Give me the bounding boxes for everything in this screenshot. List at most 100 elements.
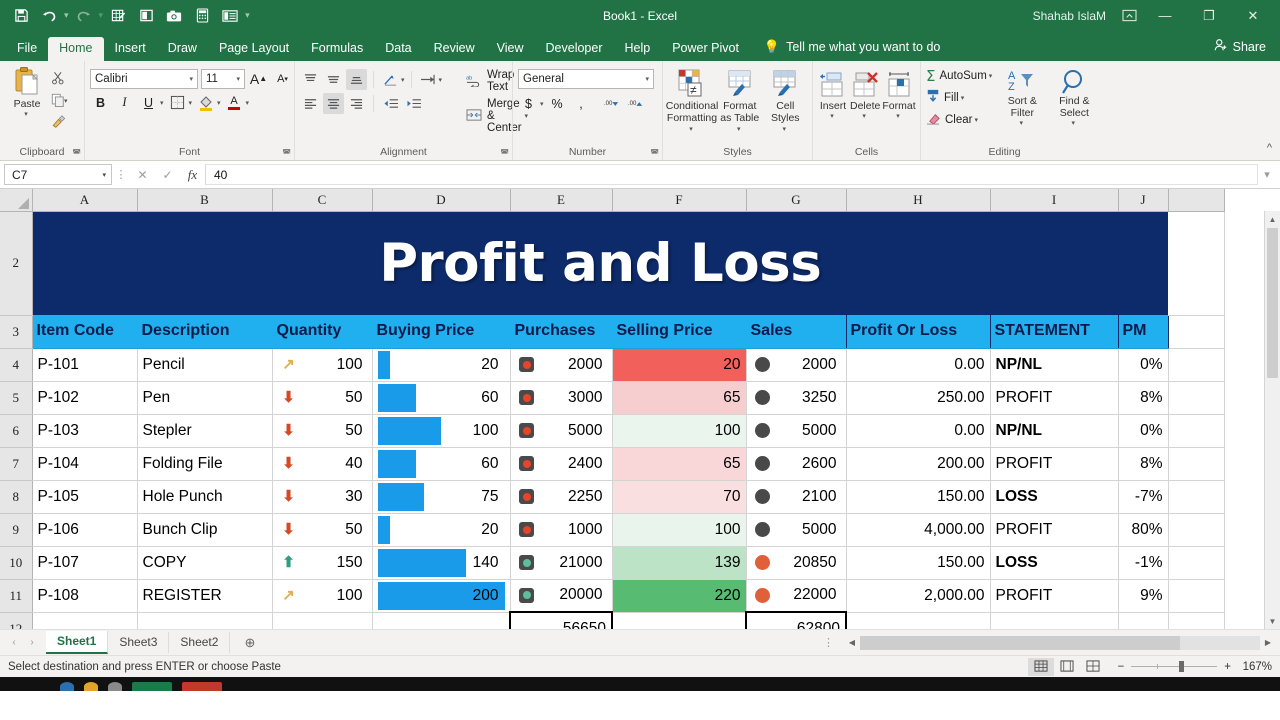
cell-pm[interactable]: 80% bbox=[1118, 513, 1169, 547]
cell-purchases[interactable]: 1000 bbox=[510, 513, 613, 547]
cell-selling-price[interactable]: 100 bbox=[612, 513, 747, 547]
chevron-down-icon[interactable]: ▾ bbox=[234, 75, 242, 83]
tab-formulas[interactable]: Formulas bbox=[300, 37, 374, 62]
cell-selling-price[interactable]: 65 bbox=[612, 447, 747, 481]
autosum-button[interactable]: Σ AutoSum ▾ bbox=[926, 66, 992, 85]
number-format-combo[interactable]: General ▾ bbox=[518, 69, 654, 89]
insert-cells-button[interactable]: Insert ▾ bbox=[818, 68, 848, 120]
cell-item-code[interactable]: P-106 bbox=[32, 513, 138, 547]
cell-buying-price[interactable]: 75 bbox=[372, 480, 511, 514]
cell-description[interactable]: Pen bbox=[137, 381, 273, 415]
zoom-slider-thumb[interactable] bbox=[1179, 661, 1185, 672]
cell-item-code[interactable]: P-108 bbox=[32, 579, 138, 613]
name-box[interactable]: C7 ▾ bbox=[4, 164, 112, 185]
comma-style-button[interactable]: , bbox=[571, 93, 592, 114]
cell-a12[interactable] bbox=[32, 612, 138, 629]
currency-button[interactable]: $ bbox=[518, 93, 539, 114]
close-button[interactable]: ✕ bbox=[1232, 0, 1274, 31]
cell-purchases-total[interactable]: 56650 bbox=[509, 611, 613, 629]
cell-purchases[interactable]: 2250 bbox=[510, 480, 613, 514]
fill-color-dropdown-icon[interactable]: ▾ bbox=[217, 99, 221, 107]
cell-d12[interactable] bbox=[372, 612, 511, 629]
sort-filter-dropdown-icon[interactable]: ▾ bbox=[1020, 120, 1024, 128]
cell-styles-dropdown-icon[interactable]: ▾ bbox=[782, 126, 786, 134]
cell-buying-price[interactable]: 100 bbox=[372, 414, 511, 448]
cell-statement[interactable]: LOSS bbox=[990, 546, 1119, 580]
clear-dropdown-icon[interactable]: ▾ bbox=[974, 116, 978, 124]
save-icon[interactable] bbox=[8, 4, 34, 28]
cell-quantity[interactable]: ⬇ 50 bbox=[272, 513, 373, 547]
cell-buying-price[interactable]: 140 bbox=[372, 546, 511, 580]
cell-b12[interactable] bbox=[137, 612, 273, 629]
header-pm[interactable]: PM bbox=[1118, 315, 1169, 349]
cell-k2[interactable] bbox=[1168, 211, 1225, 316]
cut-button[interactable] bbox=[51, 70, 68, 88]
cell-selling-price[interactable]: 65 bbox=[612, 381, 747, 415]
font-dialog-launcher[interactable]: ◚ bbox=[282, 148, 291, 159]
select-all-corner[interactable] bbox=[0, 189, 33, 212]
cell-statement[interactable]: PROFIT bbox=[990, 447, 1119, 481]
cell-statement[interactable]: LOSS bbox=[990, 480, 1119, 514]
align-middle-button[interactable] bbox=[323, 69, 344, 90]
cell-selling-price[interactable]: 139 bbox=[612, 546, 747, 580]
zoom-level-label[interactable]: 167% bbox=[1238, 661, 1272, 673]
cancel-entry-button[interactable]: ✕ bbox=[130, 164, 155, 185]
sheet-tab-sheet2[interactable]: Sheet2 bbox=[169, 632, 231, 653]
paste-button[interactable]: Paste ▾ bbox=[5, 66, 49, 118]
cell-sales[interactable]: 2000 bbox=[746, 348, 847, 382]
print-preview-icon[interactable] bbox=[133, 4, 159, 28]
cell-item-code[interactable]: P-104 bbox=[32, 447, 138, 481]
tell-me-box[interactable]: 💡 Tell me what you want to do bbox=[750, 39, 950, 61]
cell-selling-price[interactable]: 220 bbox=[612, 579, 747, 613]
cell-i12[interactable] bbox=[990, 612, 1119, 629]
cell-buying-price[interactable]: 200 bbox=[372, 579, 511, 613]
chevron-down-icon[interactable]: ▾ bbox=[187, 75, 195, 83]
scroll-right-icon[interactable]: ▶ bbox=[1260, 638, 1276, 647]
cell-k[interactable] bbox=[1168, 348, 1225, 382]
format-dropdown-icon[interactable]: ▾ bbox=[896, 112, 900, 120]
cell-quantity[interactable]: ⬆ 150 bbox=[272, 546, 373, 580]
vertical-scrollbar[interactable]: ▲ ▼ bbox=[1264, 211, 1280, 629]
cell-f12[interactable] bbox=[612, 612, 747, 629]
row-header[interactable]: 7 bbox=[0, 447, 33, 481]
align-left-button[interactable] bbox=[300, 93, 321, 114]
cell-quantity[interactable]: ↗ 100 bbox=[272, 348, 373, 382]
customize-qat-icon[interactable]: ▾ bbox=[245, 10, 250, 21]
zoom-slider[interactable] bbox=[1131, 661, 1218, 672]
conditional-formatting-dropdown-icon[interactable]: ▾ bbox=[689, 126, 693, 134]
cell-purchases[interactable]: 20000 bbox=[510, 579, 613, 613]
borders-button[interactable] bbox=[167, 92, 188, 113]
cell-pm[interactable]: 0% bbox=[1118, 414, 1169, 448]
row-header[interactable]: 4 bbox=[0, 348, 33, 382]
row-header-2[interactable]: 2 bbox=[0, 211, 33, 316]
zoom-in-button[interactable]: + bbox=[1224, 661, 1231, 673]
cell-buying-price[interactable]: 20 bbox=[372, 348, 511, 382]
column-header-g[interactable]: G bbox=[746, 189, 847, 212]
cell-quantity[interactable]: ⬇ 30 bbox=[272, 480, 373, 514]
tab-insert[interactable]: Insert bbox=[104, 37, 157, 62]
cell-statement[interactable]: PROFIT bbox=[990, 513, 1119, 547]
cell-purchases[interactable]: 2000 bbox=[510, 348, 613, 382]
form-icon[interactable] bbox=[217, 4, 243, 28]
chevron-down-icon[interactable]: ▾ bbox=[643, 75, 651, 83]
redo-icon[interactable] bbox=[71, 4, 97, 28]
find-select-dropdown-icon[interactable]: ▾ bbox=[1072, 120, 1076, 128]
tab-power-pivot[interactable]: Power Pivot bbox=[661, 37, 750, 62]
minimize-button[interactable]: — bbox=[1144, 0, 1186, 31]
tab-page-layout[interactable]: Page Layout bbox=[208, 37, 300, 62]
cell-k12[interactable] bbox=[1168, 612, 1225, 629]
cell-sales[interactable]: 2100 bbox=[746, 480, 847, 514]
redo-dropdown-icon[interactable]: ▾ bbox=[99, 10, 104, 21]
cell-quantity[interactable]: ⬇ 50 bbox=[272, 381, 373, 415]
row-header-12[interactable]: 12 bbox=[0, 612, 33, 629]
title-banner[interactable]: Profit and Loss bbox=[32, 211, 1168, 315]
sort-filter-button[interactable]: AZ Sort & Filter ▾ bbox=[998, 66, 1046, 127]
cell-item-code[interactable]: P-102 bbox=[32, 381, 138, 415]
cell-pm[interactable]: 8% bbox=[1118, 447, 1169, 481]
confirm-entry-button[interactable]: ✓ bbox=[155, 164, 180, 185]
cell-sales[interactable]: 5000 bbox=[746, 513, 847, 547]
tab-draw[interactable]: Draw bbox=[157, 37, 208, 62]
previous-sheet-icon[interactable]: ‹ bbox=[6, 637, 22, 648]
header-quantity[interactable]: Quantity bbox=[272, 315, 373, 349]
page-break-view-icon[interactable] bbox=[1080, 658, 1106, 676]
